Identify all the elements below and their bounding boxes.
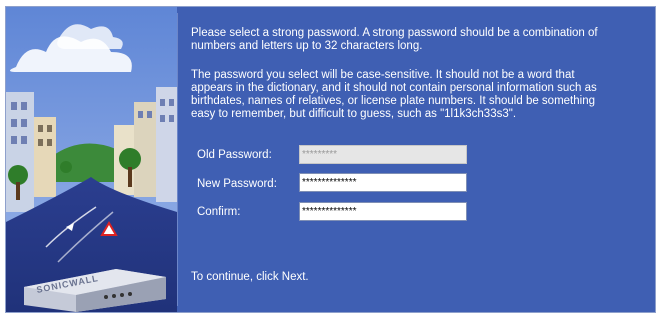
old-password-label: Old Password: (197, 149, 272, 161)
wizard-panel: SONICWALL Please select a strong passwor… (5, 6, 656, 313)
continue-instruction: To continue, click Next. (191, 271, 309, 283)
new-password-label: New Password: (197, 178, 277, 190)
intro-paragraph-2: The password you select will be case-sen… (191, 69, 597, 120)
city-street-illustration (6, 7, 177, 312)
illustration-panel: SONICWALL (6, 7, 177, 312)
old-password-field[interactable] (299, 145, 467, 164)
confirm-label: Confirm: (197, 206, 241, 218)
separator (177, 13, 178, 306)
confirm-password-field[interactable] (299, 202, 467, 221)
new-password-field[interactable] (299, 173, 467, 192)
intro-paragraph-1: Please select a strong password. A stron… (191, 27, 598, 52)
